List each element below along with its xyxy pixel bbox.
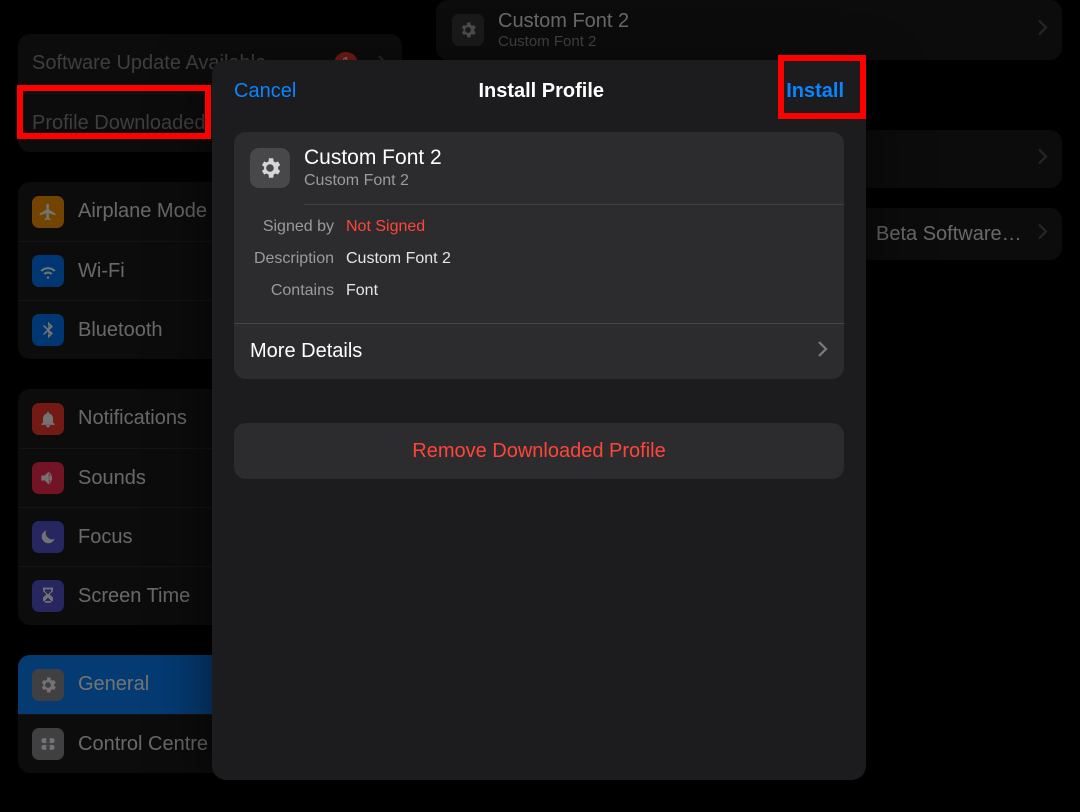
meta-contains: Contains Font — [250, 275, 828, 307]
profile-header: Custom Font 2 Custom Font 2 — [234, 132, 844, 204]
moon-icon — [32, 521, 64, 553]
meta-label: Contains — [250, 282, 334, 300]
profile-title: Custom Font 2 — [498, 10, 629, 33]
remove-profile-button[interactable]: Remove Downloaded Profile — [234, 423, 844, 479]
meta-value: Font — [346, 282, 378, 300]
chevron-right-icon — [1038, 149, 1048, 170]
chevron-right-icon — [1038, 20, 1048, 41]
bluetooth-icon — [32, 314, 64, 346]
modal-title: Install Profile — [478, 80, 604, 103]
gear-icon — [452, 14, 484, 46]
gear-icon — [250, 148, 290, 188]
chevron-right-icon — [818, 340, 828, 363]
profile-name: Custom Font 2 — [304, 146, 442, 170]
meta-signed-by: Signed by Not Signed — [250, 211, 828, 243]
profile-meta: Signed by Not Signed Description Custom … — [234, 205, 844, 315]
gear-icon — [32, 669, 64, 701]
modal-header: Cancel Install Profile Install — [212, 60, 866, 122]
meta-label: Description — [250, 250, 334, 268]
meta-value: Custom Font 2 — [346, 250, 451, 268]
meta-label: Signed by — [250, 218, 334, 236]
wifi-icon — [32, 255, 64, 287]
remove-profile-label: Remove Downloaded Profile — [412, 440, 665, 463]
profile-subtitle: Custom Font 2 — [498, 33, 629, 50]
more-details-button[interactable]: More Details — [234, 324, 844, 379]
speaker-icon — [32, 462, 64, 494]
modal-body: Custom Font 2 Custom Font 2 Signed by No… — [212, 122, 866, 489]
hourglass-icon — [32, 580, 64, 612]
beta-software-label: Beta Software… — [876, 223, 1022, 246]
chevron-right-icon — [1038, 224, 1048, 245]
profile-subname: Custom Font 2 — [304, 172, 442, 190]
cancel-button[interactable]: Cancel — [234, 80, 296, 103]
profile-panel: Custom Font 2 Custom Font 2 Signed by No… — [234, 132, 844, 379]
install-button[interactable]: Install — [786, 80, 844, 103]
bell-icon — [32, 403, 64, 435]
more-details-label: More Details — [250, 340, 362, 363]
airplane-icon — [32, 196, 64, 228]
meta-description: Description Custom Font 2 — [250, 243, 828, 275]
install-profile-modal: Cancel Install Profile Install Custom Fo… — [212, 60, 866, 780]
toggles-icon — [32, 728, 64, 760]
profile-card-top[interactable]: Custom Font 2 Custom Font 2 — [436, 0, 1062, 60]
meta-value-not-signed: Not Signed — [346, 218, 425, 236]
